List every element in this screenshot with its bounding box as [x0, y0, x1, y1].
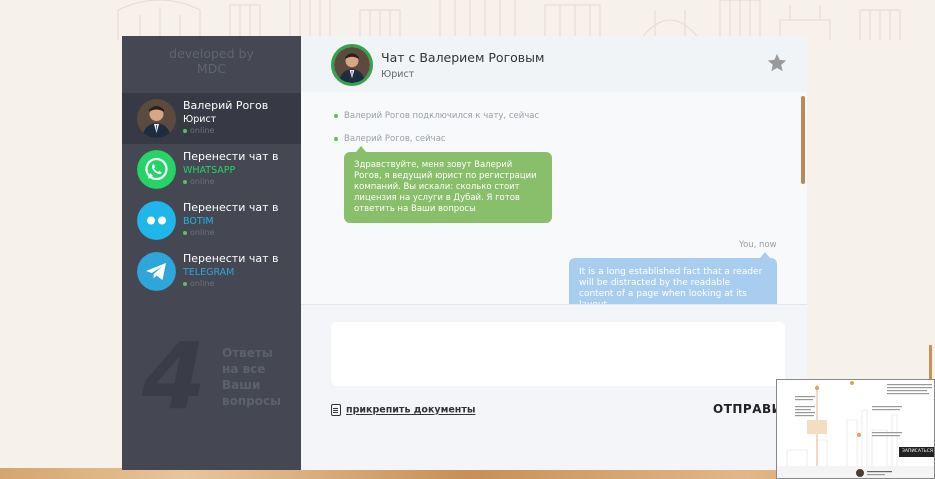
incoming-message: Здравствуйте, меня зовут Валерий Рогов, …	[344, 146, 552, 223]
background-skyline	[0, 0, 935, 40]
contact-channel: BOTIM	[183, 216, 214, 227]
chat-widget: developed by MDC Валерий Рогов Юрист onl…	[122, 36, 807, 470]
telegram-icon	[137, 252, 176, 291]
system-message-text: Валерий Рогов подключился к чату, сейчас	[344, 111, 540, 121]
promo-number: 4	[142, 323, 207, 430]
header-avatar	[331, 44, 373, 86]
contact-status: online	[183, 177, 214, 187]
message-list[interactable]: Валерий Рогов подключился к чату, сейчас…	[301, 92, 807, 304]
promo-line: Ваши	[222, 378, 261, 392]
decorative-line	[929, 345, 932, 380]
chat-header: Чат с Валерием Роговым Юрист	[301, 36, 807, 92]
chat-panel: Чат с Валерием Роговым Юрист Валерий Рог…	[301, 36, 807, 470]
status-dot-icon	[183, 179, 187, 184]
status-text: online	[190, 177, 215, 186]
divider	[301, 304, 807, 305]
contact-lawyer[interactable]: Валерий Рогов Юрист online	[122, 93, 301, 144]
message-scrollbar[interactable]	[801, 96, 805, 184]
contact-role: Юрист	[183, 114, 217, 125]
promo-line: Ответы	[222, 346, 273, 360]
contact-channel: TELEGRAM	[183, 267, 235, 278]
thumbnail-cta-button[interactable]: ЗАПИСАТЬСЯ НА	[899, 447, 934, 464]
bullet-icon	[334, 113, 338, 118]
system-message: Валерий Рогов подключился к чату, сейчас	[334, 111, 539, 121]
status-dot-icon	[183, 281, 187, 286]
chat-title: Чат с Валерием Роговым	[381, 50, 545, 65]
star-icon[interactable]	[766, 52, 788, 74]
system-message: Валерий Рогов, сейчас	[334, 134, 446, 144]
status-text: online	[190, 279, 215, 288]
botim-icon	[137, 201, 176, 240]
outgoing-message: It is a long established fact that a rea…	[569, 252, 777, 304]
contact-status: online	[183, 228, 214, 238]
outgoing-sender-label: You, now	[739, 240, 777, 250]
developed-by-label: developed by	[169, 46, 254, 61]
contact-name: Перенести чат в	[183, 201, 279, 214]
lawyer-avatar	[137, 99, 176, 138]
contact-botim[interactable]: Перенести чат в BOTIM online	[122, 195, 301, 246]
contact-channel: WHATSAPP	[183, 165, 236, 176]
attach-label: прикрепить документы	[346, 404, 476, 416]
message-input[interactable]	[331, 322, 785, 386]
contact-status: online	[183, 279, 214, 289]
developer-credit: developed by MDC	[122, 46, 301, 76]
system-message-text: Валерий Рогов, сейчас	[344, 134, 446, 144]
bullet-icon	[334, 136, 338, 141]
promo-line: на все	[222, 362, 266, 376]
chat-subtitle: Юрист	[381, 69, 415, 80]
contact-telegram[interactable]: Перенести чат в TELEGRAM online	[122, 246, 301, 297]
sidebar: developed by MDC Валерий Рогов Юрист onl…	[122, 36, 301, 470]
status-dot-icon	[183, 230, 187, 235]
status-dot-icon	[183, 128, 187, 133]
contact-whatsapp[interactable]: Перенести чат в WHATSAPP online	[122, 144, 301, 195]
page-preview-thumbnail[interactable]: ЗАПИСАТЬСЯ НА	[776, 379, 935, 479]
document-icon	[331, 404, 341, 416]
contact-name: Валерий Рогов	[183, 99, 269, 112]
contact-name: Перенести чат в	[183, 150, 279, 163]
developer-name: MDC	[196, 61, 227, 76]
status-text: online	[190, 228, 215, 237]
promo-line: вопросы	[222, 394, 281, 408]
promo-text: Ответы на все Ваши вопросы	[222, 345, 292, 409]
contact-name: Перенести чат в	[183, 252, 279, 265]
whatsapp-icon	[137, 150, 176, 189]
status-text: online	[190, 126, 215, 135]
attach-documents-link[interactable]: прикрепить документы	[331, 404, 475, 416]
contact-status: online	[183, 126, 214, 136]
